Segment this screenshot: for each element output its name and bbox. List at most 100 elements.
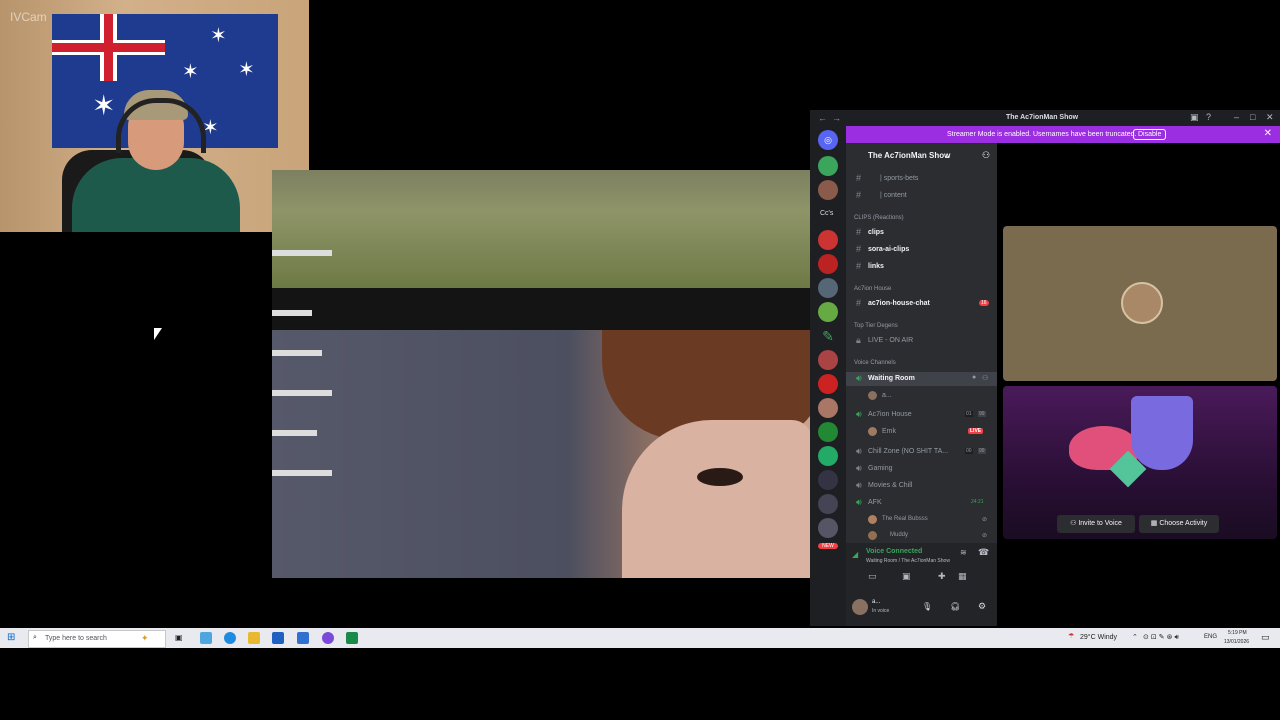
maximize-icon[interactable]: □ — [1250, 112, 1255, 122]
user-name[interactable]: a... — [872, 599, 880, 605]
film-strip — [272, 470, 332, 476]
choose-activity-label: Choose Activity — [1159, 520, 1208, 527]
clock-date[interactable]: 13/01/2026 — [1224, 639, 1249, 645]
server-rail: ◎ Cc's ✎ NEW — [810, 126, 846, 626]
channel-name: clips — [868, 229, 884, 236]
avatar[interactable] — [852, 599, 868, 615]
choose-activity-button[interactable]: ▦ Choose Activity — [1139, 515, 1219, 533]
edge-browser-icon[interactable] — [224, 632, 236, 644]
participant-avatar — [1121, 282, 1163, 324]
server-icon[interactable] — [818, 302, 838, 322]
channel-name: LIVE - ON AIR — [868, 337, 914, 344]
microphone-icon[interactable]: 🎙︎ — [922, 602, 932, 611]
union-jack — [52, 14, 165, 81]
server-icon[interactable] — [818, 278, 838, 298]
task-view-icon[interactable]: ▣ — [175, 633, 183, 642]
discord-home-icon[interactable]: ◎ — [818, 130, 838, 150]
add-member-icon[interactable]: ⚇ — [982, 374, 988, 382]
channel-name: Ac7ion House — [868, 411, 912, 418]
voice-status[interactable]: Voice Connected — [866, 548, 922, 555]
signal-icon[interactable]: ◢ — [852, 550, 858, 559]
flag-star-icon: ✶ — [92, 90, 116, 121]
server-icon[interactable] — [818, 374, 838, 394]
mouse-cursor-icon — [154, 328, 162, 340]
avatar — [868, 531, 877, 540]
close-icon[interactable]: ✕ — [1266, 112, 1274, 123]
activities-icon[interactable]: ✚ — [938, 571, 946, 582]
chat-icon[interactable]: ● — [972, 374, 976, 381]
server-icon[interactable] — [818, 494, 838, 514]
channel-name: Gaming — [868, 465, 893, 472]
chrome-icon[interactable] — [322, 632, 334, 644]
forward-arrow-icon[interactable]: → — [832, 113, 841, 123]
store-icon[interactable] — [272, 632, 284, 644]
server-icon[interactable] — [818, 230, 838, 250]
disable-button[interactable]: Disable — [1133, 129, 1167, 140]
server-icon[interactable] — [818, 446, 838, 466]
language-indicator[interactable]: ENG — [1204, 634, 1217, 640]
noise-suppression-icon[interactable]: ≋ — [960, 548, 967, 557]
hash-icon: # — [856, 298, 862, 308]
back-arrow-icon[interactable]: ← — [818, 113, 827, 123]
tray-chevron-icon[interactable]: ⌃ — [1132, 633, 1138, 641]
minimize-icon[interactable]: – — [1234, 112, 1239, 122]
film-strip — [272, 250, 332, 256]
invite-to-voice-button[interactable]: ⚇ Invite to Voice — [1057, 515, 1135, 533]
tray-icons[interactable]: ⊙⊡✎⊛🔊︎ — [1143, 633, 1181, 642]
copilot-icon[interactable] — [200, 632, 212, 644]
live-badge: LIVE — [968, 428, 984, 434]
participant-tile[interactable] — [1003, 226, 1277, 381]
copilot-sparkle-icon[interactable]: ✦ — [141, 633, 149, 644]
film-strip — [272, 390, 332, 396]
streamer-mode-message: Streamer Mode is enabled. Usernames have… — [947, 131, 1137, 138]
server-icon[interactable] — [818, 518, 838, 538]
server-icon[interactable] — [818, 470, 838, 490]
file-explorer-icon[interactable] — [248, 632, 260, 644]
video-dark-band — [272, 288, 810, 330]
notifications-icon[interactable]: ▭ — [1261, 632, 1270, 643]
soundboard-icon[interactable]: ▦ — [958, 571, 967, 582]
camera-icon[interactable]: ▭ — [868, 571, 877, 582]
weather-text[interactable]: 29°C Windy — [1080, 634, 1117, 641]
server-icon[interactable] — [818, 180, 838, 200]
voice-location: Waiting Room / The Ac7ionMan Show — [866, 558, 950, 564]
user-status: In voice — [872, 608, 890, 614]
close-banner-icon[interactable]: ✕ — [1264, 128, 1272, 139]
windows-start-icon[interactable]: ⊞ — [7, 632, 15, 643]
inbox-icon[interactable]: ▣ — [1190, 112, 1199, 123]
pencil-server-icon[interactable]: ✎ — [818, 326, 838, 346]
mail-icon[interactable] — [297, 632, 309, 644]
trophy-icon — [1131, 396, 1193, 470]
taskbar-search-box[interactable]: ⌕ Type here to search ✦ — [28, 630, 166, 648]
app-icon[interactable] — [346, 632, 358, 644]
hash-icon: # — [856, 190, 862, 200]
server-icon[interactable] — [818, 350, 838, 370]
server-icon[interactable] — [818, 422, 838, 442]
channel-name: Waiting Room — [868, 375, 915, 382]
speaker-icon: 🔊︎ — [856, 480, 862, 490]
help-icon[interactable]: ? — [1206, 112, 1211, 122]
voice-channel-waiting-room[interactable]: 🔊︎ Waiting Room ● ⚇ — [846, 372, 997, 386]
disconnect-icon[interactable]: ☎ — [978, 547, 989, 558]
server-header[interactable]: The Ac7ionMan Show ⌄ ⚇ — [846, 143, 997, 165]
channel-name: | sports-bets — [880, 175, 919, 182]
screen-share-icon[interactable]: ▣ — [902, 571, 911, 582]
server-icon[interactable] — [818, 156, 838, 176]
title-bar: ← → The Ac7ionMan Show ▣ ? – □ ✕ — [810, 110, 1280, 126]
settings-gear-icon[interactable]: ⚙ — [978, 601, 986, 612]
speaker-icon: 🔊︎ — [856, 463, 862, 473]
search-placeholder: Type here to search — [45, 635, 107, 642]
channel-name: AFK — [868, 499, 882, 506]
window-title: The Ac7ionMan Show — [1006, 114, 1079, 121]
server-icon[interactable] — [818, 398, 838, 418]
headphones-icon[interactable]: 🎧︎ — [950, 602, 960, 611]
user-limit: 99 — [978, 448, 986, 454]
video-eye — [697, 468, 743, 486]
invite-people-icon[interactable]: ⚇ — [982, 150, 990, 161]
server-label-cc[interactable]: Cc's — [820, 210, 833, 217]
channel-name: | content — [880, 192, 907, 199]
clock-time[interactable]: 5:19 PM — [1228, 630, 1247, 636]
video-frame — [272, 170, 810, 578]
server-icon[interactable] — [818, 254, 838, 274]
speaker-icon: 🔊︎ — [856, 409, 862, 419]
